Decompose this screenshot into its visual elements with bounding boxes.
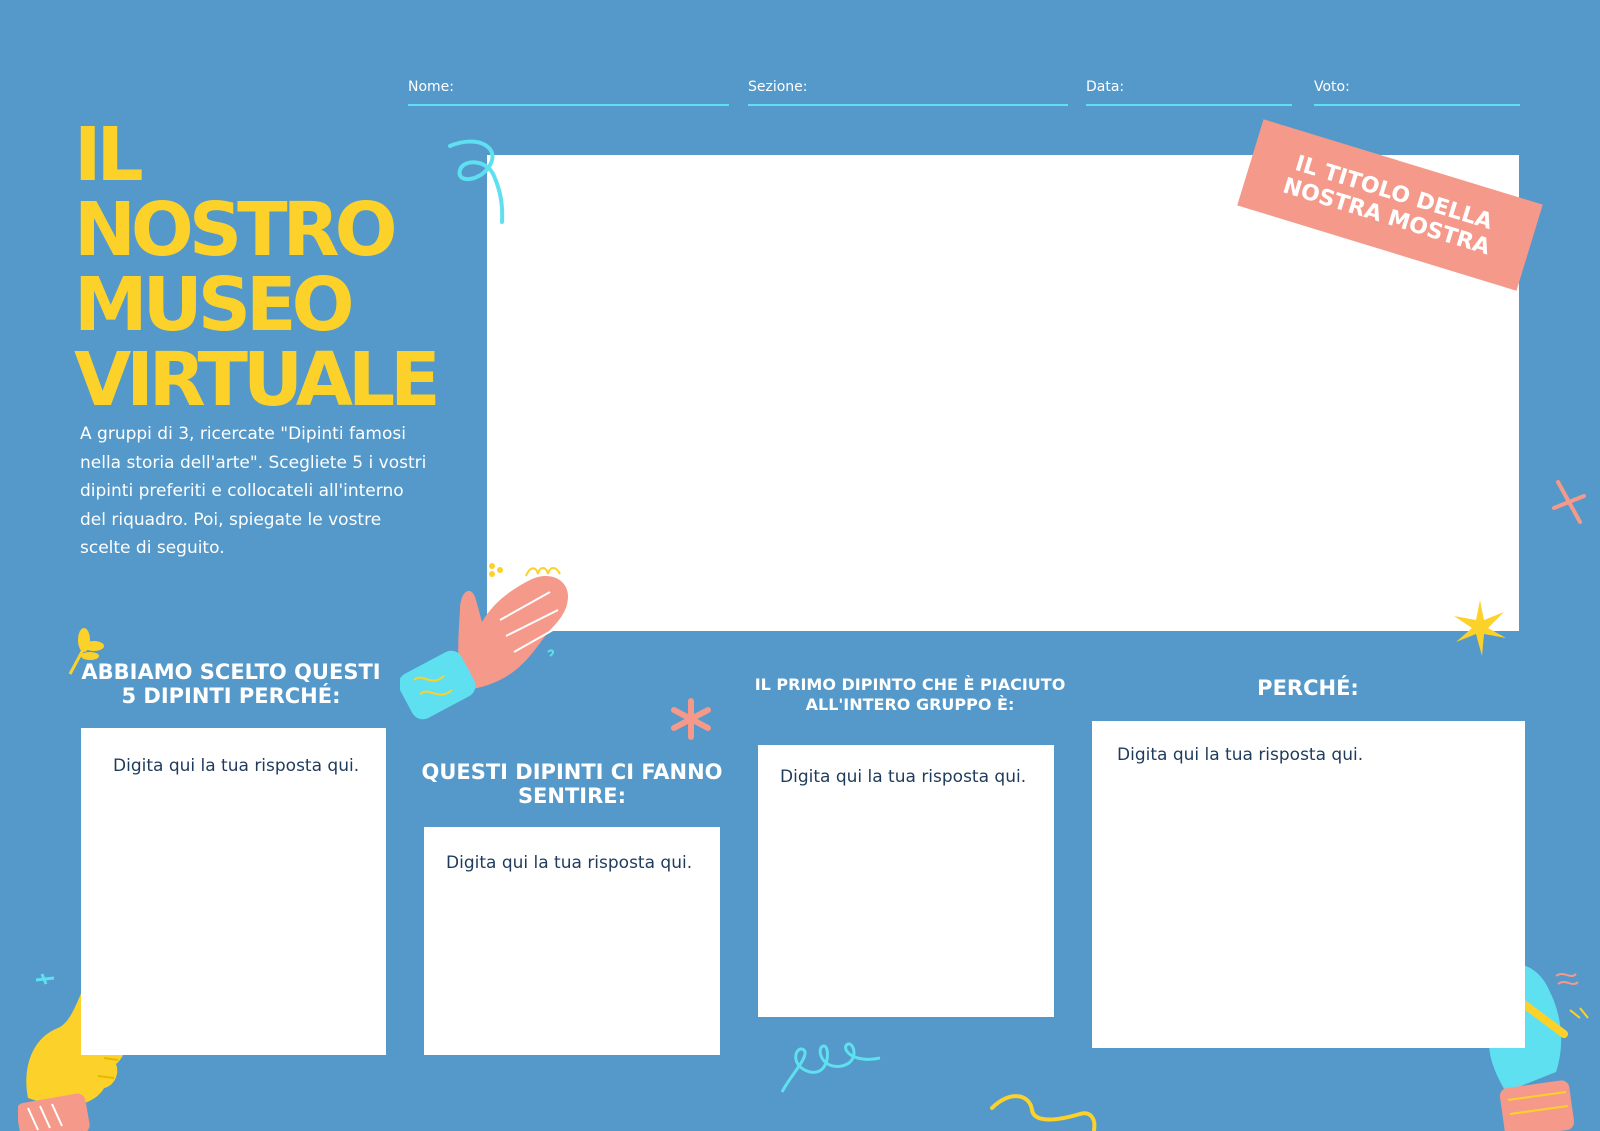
section-heading-feelings: QUESTI DIPINTI CI FANNO SENTIRE: <box>421 760 723 808</box>
title-line: VIRTUALE <box>74 337 441 423</box>
page-title: IL NOSTRO MUSEO VIRTUALE <box>74 118 454 418</box>
asterisk-doodle-icon <box>671 698 711 740</box>
loops-doodle-icon <box>780 1042 881 1093</box>
answer-box-feelings[interactable]: Digita qui la tua risposta qui. <box>424 827 720 1055</box>
answer-placeholder: Digita qui la tua risposta qui. <box>446 853 693 873</box>
squiggle-doodle-icon <box>448 139 505 224</box>
answer-placeholder: Digita qui la tua risposta qui. <box>113 756 360 776</box>
sparkle-star-icon <box>1454 600 1506 656</box>
title-line: MUSEO <box>74 262 354 348</box>
section-heading-reasons: ABBIAMO SCELTO QUESTI 5 DIPINTI PERCHÉ: <box>81 660 381 708</box>
grade-field[interactable]: Voto: <box>1314 76 1520 106</box>
section-label: Sezione: <box>748 79 808 95</box>
instructions-text: A gruppi di 3, ricercate "Dipinti famosi… <box>80 424 427 558</box>
date-field[interactable]: Data: <box>1086 76 1292 106</box>
wave-doodle-icon <box>990 1094 1097 1131</box>
title-line: IL <box>74 112 144 198</box>
answer-box-why[interactable]: Digita qui la tua risposta qui. <box>1092 721 1525 1048</box>
section-heading-why: PERCHÉ: <box>1257 676 1359 700</box>
section-heading-first-painting: IL PRIMO DIPINTO CHE È PIACIUTO ALL'INTE… <box>754 675 1066 714</box>
name-field[interactable]: Nome: <box>408 76 729 106</box>
cross-doodle-icon <box>1552 480 1586 524</box>
grade-label: Voto: <box>1314 79 1350 95</box>
answer-placeholder: Digita qui la tua risposta qui. <box>780 767 1027 787</box>
date-label: Data: <box>1086 79 1125 95</box>
answer-box-reasons[interactable]: Digita qui la tua risposta qui. <box>81 728 386 1055</box>
name-label: Nome: <box>408 79 455 95</box>
section-field[interactable]: Sezione: <box>748 76 1068 106</box>
answer-box-first-painting[interactable]: Digita qui la tua risposta qui. <box>758 745 1054 1017</box>
title-line: NOSTRO <box>74 187 398 273</box>
open-hand-illustration-icon <box>400 563 568 720</box>
answer-placeholder: Digita qui la tua risposta qui. <box>1117 745 1364 765</box>
